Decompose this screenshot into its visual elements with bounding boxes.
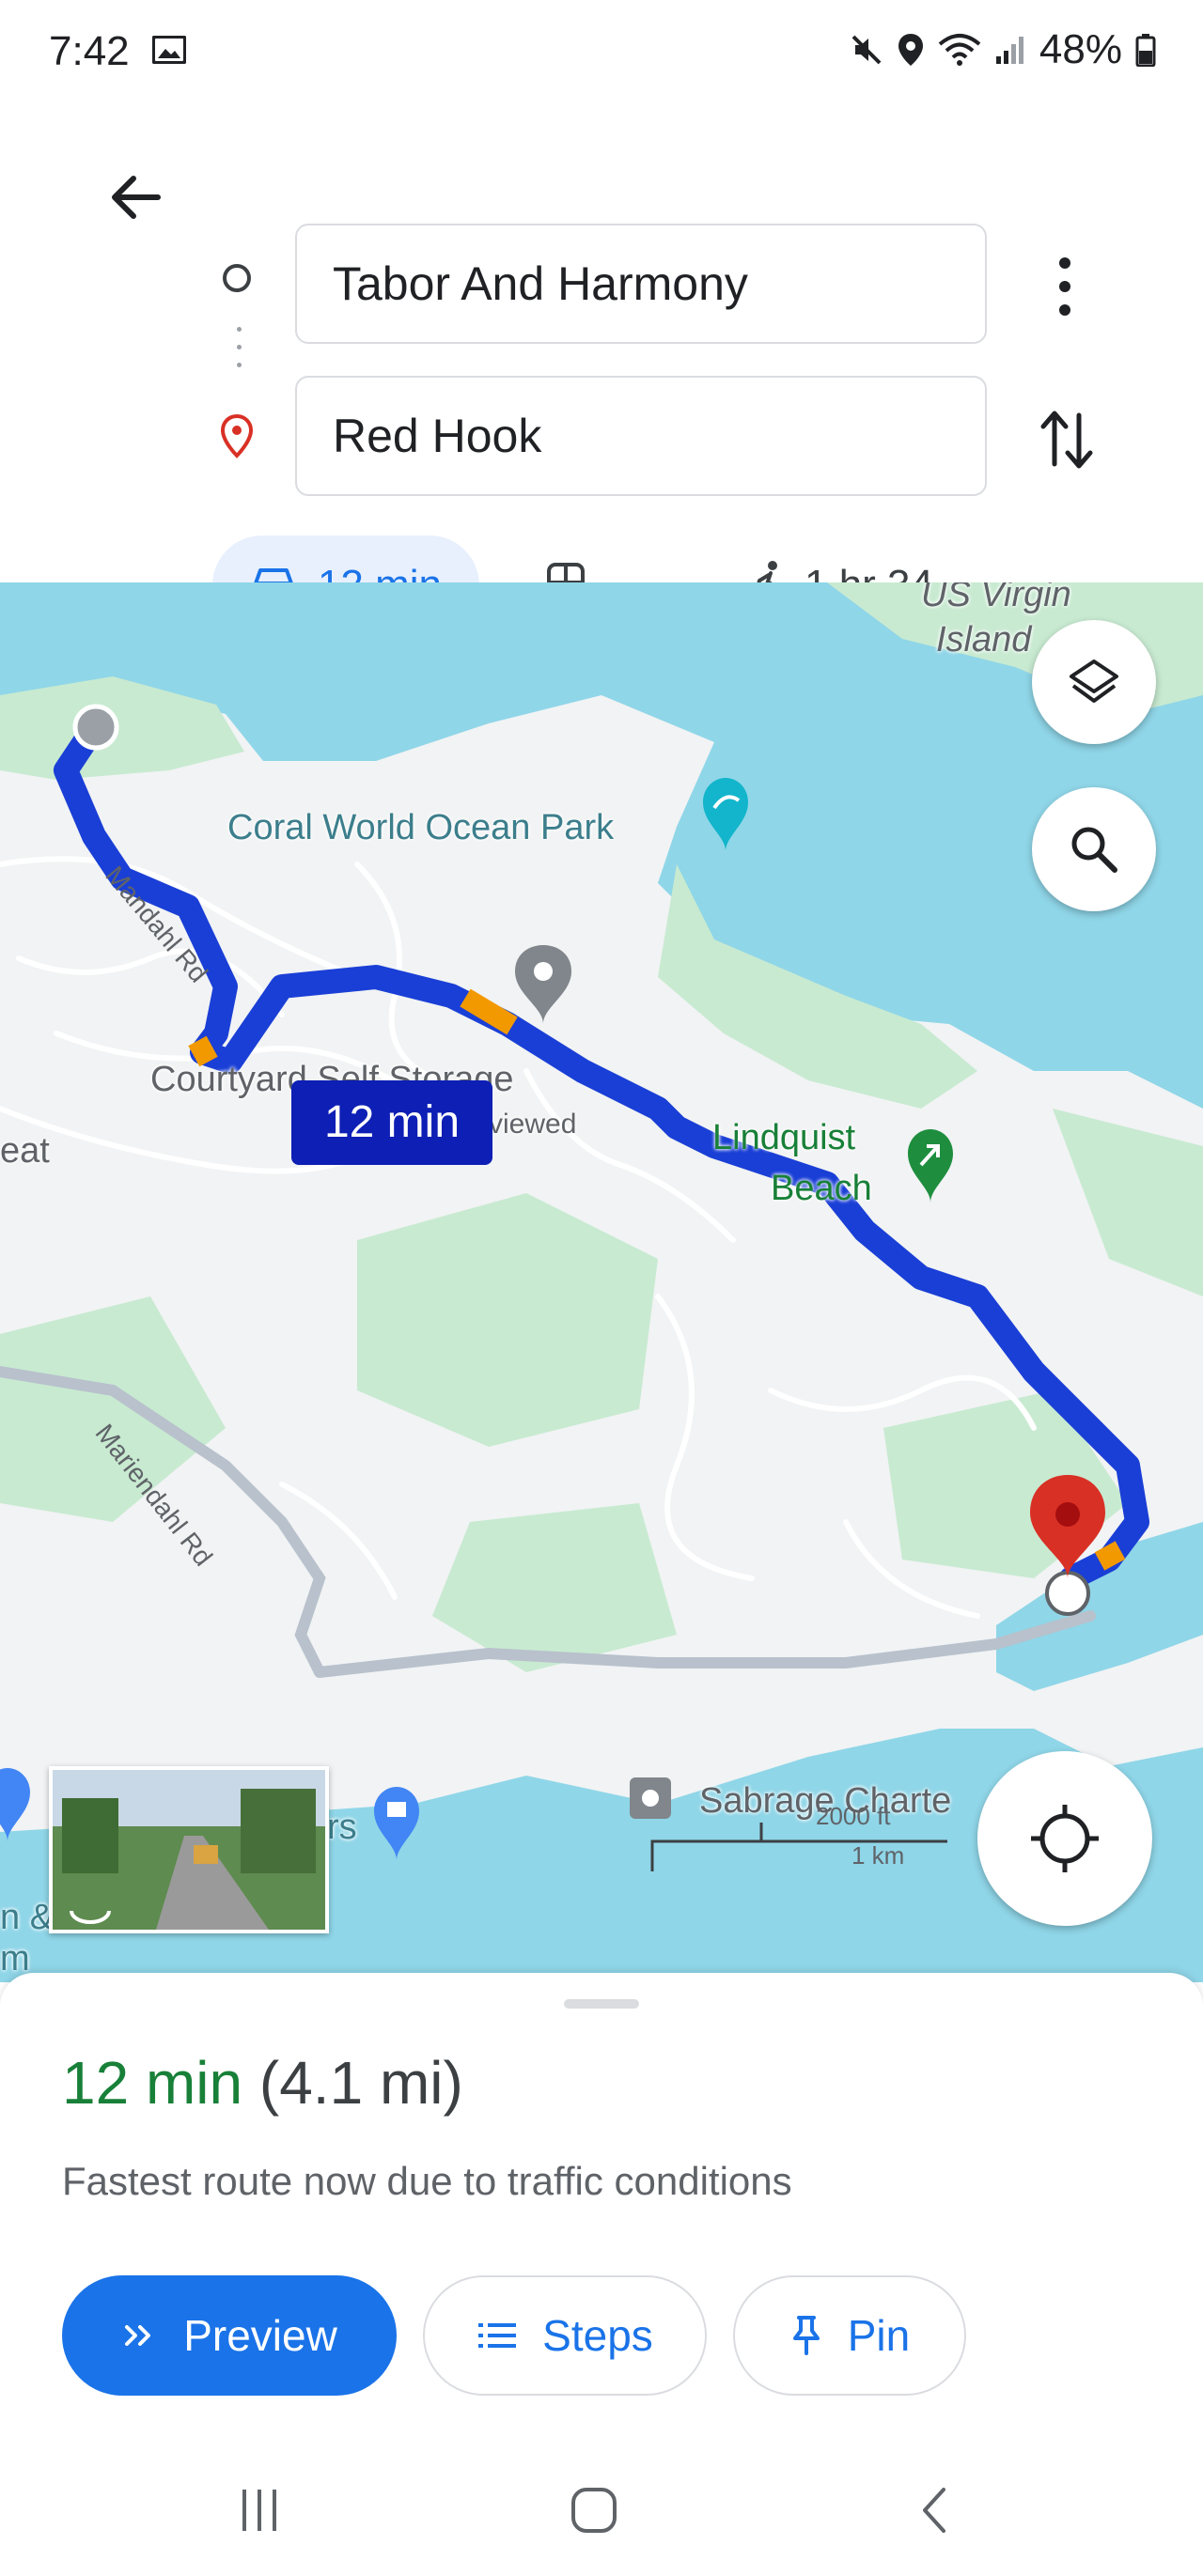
- steps-button[interactable]: Steps: [423, 2275, 707, 2396]
- system-nav-bar: [0, 2461, 1203, 2576]
- steps-label: Steps: [542, 2311, 653, 2360]
- label-viewed: viewed: [489, 1109, 577, 1140]
- mute-icon: [851, 35, 882, 65]
- destination-pin-icon: [220, 413, 254, 458]
- wifi-icon: [938, 34, 981, 66]
- gallery-notification-icon: [152, 36, 186, 64]
- status-time: 7:42: [49, 28, 130, 74]
- more-options-icon[interactable]: [1041, 244, 1088, 329]
- my-location-button[interactable]: [977, 1751, 1152, 1926]
- preview-label: Preview: [183, 2311, 337, 2360]
- street-view-image: [53, 1770, 325, 1930]
- crosshair-icon: [1031, 1805, 1099, 1872]
- label-left-edge-1: n &: [0, 1898, 55, 1937]
- search-icon: [1071, 827, 1117, 873]
- label-rs: rs: [327, 1808, 357, 1847]
- preview-button[interactable]: Preview: [62, 2275, 397, 2396]
- map-scale: 2000 ft 1 km: [648, 1802, 949, 1877]
- directions-header: Tabor And Harmony Red Hook 12 min: [0, 103, 1203, 635]
- label-coral-world[interactable]: Coral World Ocean Park: [227, 808, 614, 848]
- connector-dots-icon: [237, 327, 242, 393]
- back-nav-icon[interactable]: [908, 2482, 964, 2538]
- label-lindquist-beach-2[interactable]: Beach: [771, 1169, 872, 1209]
- destination-input[interactable]: Red Hook: [295, 376, 987, 496]
- battery-percent: 48%: [1039, 26, 1122, 72]
- street-view-thumbnail[interactable]: [49, 1766, 329, 1933]
- scale-km: 1 km: [851, 1841, 905, 1870]
- pin-label: Pin: [847, 2311, 911, 2360]
- route-reason: Fastest route now due to traffic conditi…: [62, 2159, 792, 2203]
- label-eat: eat: [0, 1131, 50, 1171]
- home-icon[interactable]: [566, 2482, 622, 2538]
- layers-icon: [1070, 660, 1118, 703]
- list-icon: [478, 2323, 517, 2348]
- search-along-route-button[interactable]: [1032, 787, 1156, 911]
- route-summary-sheet[interactable]: 12 min (4.1 mi) Fastest route now due to…: [0, 1973, 1203, 2461]
- origin-circle-icon: [223, 264, 251, 292]
- origin-input[interactable]: Tabor And Harmony: [295, 224, 987, 344]
- label-us-virgin-islands: US Virgin: [921, 582, 1071, 614]
- route-summary: 12 min (4.1 mi): [62, 2048, 463, 2118]
- signal-icon: [995, 37, 1023, 64]
- double-chevron-icon: [125, 2325, 151, 2346]
- pin-button[interactable]: Pin: [733, 2275, 966, 2396]
- sheet-drag-handle[interactable]: [564, 1999, 639, 2009]
- swap-directions-icon[interactable]: [1034, 402, 1100, 477]
- scale-feet: 2000 ft: [816, 1802, 891, 1830]
- recent-apps-icon[interactable]: [231, 2482, 288, 2538]
- summary-distance: (4.1 mi): [258, 2049, 463, 2117]
- status-bar: 7:42 48%: [0, 0, 1203, 103]
- label-lindquist-beach[interactable]: Lindquist: [712, 1118, 855, 1158]
- route-time-badge[interactable]: 12 min: [291, 1080, 492, 1165]
- back-arrow-icon[interactable]: [100, 160, 175, 235]
- location-icon: [898, 34, 923, 66]
- summary-time: 12 min: [62, 2049, 243, 2117]
- layers-button[interactable]: [1032, 620, 1156, 744]
- label-us-virgin-islands-2: Island: [936, 620, 1032, 660]
- battery-icon: [1135, 34, 1156, 67]
- map-view[interactable]: US Virgin Island Coral World Ocean Park …: [0, 582, 1203, 1982]
- pushpin-icon: [792, 2316, 820, 2355]
- status-icons: 48%: [850, 26, 1156, 73]
